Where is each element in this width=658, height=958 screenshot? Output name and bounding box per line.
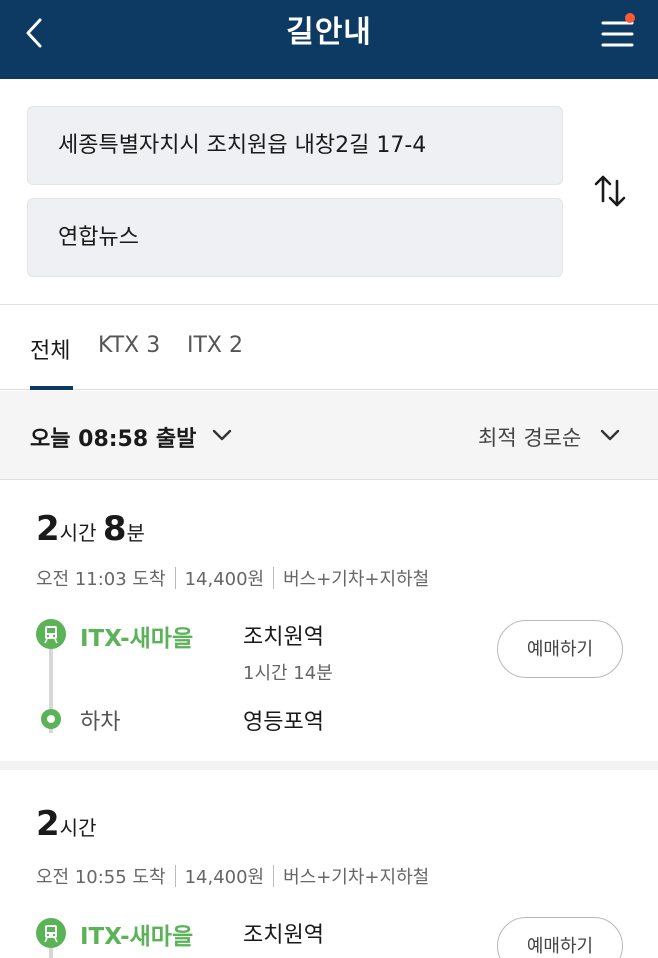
alighting-station: 영등포역 (243, 710, 324, 735)
train-name: ITX-새마을 (80, 626, 194, 652)
filter-bar: 오늘 08:58 출발 최적 경로순 (0, 391, 658, 480)
route-duration: 2시간 (36, 804, 97, 844)
route-duration: 2시간 8분 (36, 509, 145, 549)
swap-vertical-icon (594, 175, 626, 207)
boarding-station: 조치원역 (243, 625, 324, 650)
arrival-time: 오전 11:03 도착 (36, 569, 166, 590)
stop-dot-icon (41, 709, 61, 729)
active-tab-indicator (30, 386, 73, 390)
notification-dot (625, 13, 635, 23)
fare: 14,400원 (184, 569, 265, 590)
chevron-down-icon[interactable] (210, 423, 234, 447)
destination-field[interactable]: 연합뉴스 (27, 198, 563, 277)
train-name: ITX-새마을 (80, 924, 194, 950)
origin-field[interactable]: 세종특별자치시 조치원읍 내창2길 17-4 (27, 106, 563, 185)
departure-time-selector[interactable]: 오늘 08:58 출발 (30, 421, 196, 453)
route-card[interactable]: 2시간 8분 오전 11:03 도착 14,400원 버스+기차+지하철 ITX-새… (0, 481, 658, 761)
book-button[interactable]: 예매하기 (497, 917, 623, 958)
tab-itx[interactable]: ITX 2 (187, 333, 243, 358)
arrival-time: 오전 10:55 도착 (36, 867, 166, 888)
boarding-station: 조치원역 (243, 923, 324, 948)
app-header: 길안내 (0, 0, 658, 79)
route-card[interactable]: 2시간 오전 10:55 도착 14,400원 버스+기차+지하철 ITX-새마을 … (0, 770, 658, 958)
ride-time: 1시간 14분 (243, 663, 333, 684)
tab-all[interactable]: 전체 (30, 333, 70, 365)
transport-tabs: 전체 KTX 3 ITX 2 (0, 305, 658, 390)
route-line (49, 948, 53, 958)
route-search-panel: 세종특별자치시 조치원읍 내창2길 17-4 연합뉴스 (0, 79, 658, 305)
swap-button[interactable] (590, 171, 630, 211)
page-title: 길안내 (286, 15, 372, 50)
transport-modes: 버스+기차+지하철 (283, 569, 430, 590)
fare: 14,400원 (184, 867, 265, 888)
transport-modes: 버스+기차+지하철 (283, 867, 430, 888)
train-icon (36, 918, 66, 948)
route-divider (0, 761, 658, 770)
tab-ktx[interactable]: KTX 3 (98, 333, 160, 358)
train-icon (36, 619, 66, 649)
sort-selector[interactable]: 최적 경로순 (478, 422, 581, 452)
chevron-down-icon[interactable] (598, 423, 622, 447)
route-summary: 오전 11:03 도착 14,400원 버스+기차+지하철 (36, 565, 429, 591)
book-button[interactable]: 예매하기 (497, 620, 623, 678)
alight-label: 하차 (80, 710, 121, 735)
route-summary: 오전 10:55 도착 14,400원 버스+기차+지하철 (36, 863, 429, 889)
